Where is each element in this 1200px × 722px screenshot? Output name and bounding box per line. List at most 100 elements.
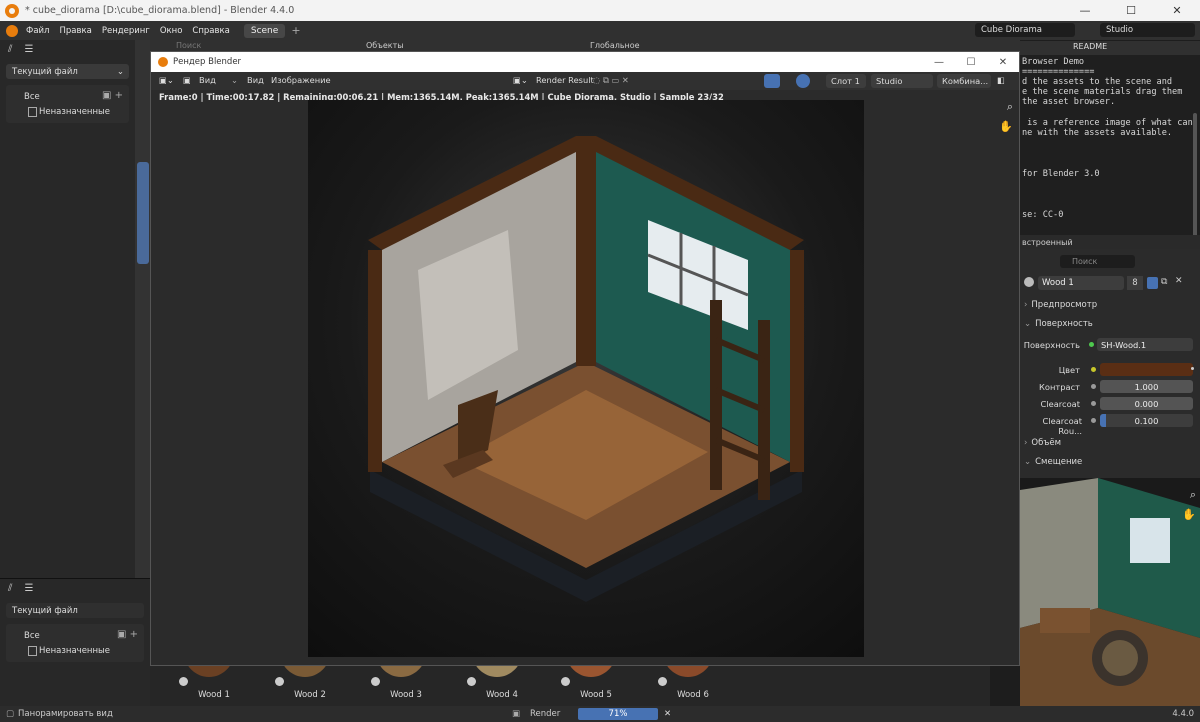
pan-hand-icon[interactable]: ✋ [999,120,1013,133]
add-workspace-button[interactable]: + [291,24,300,37]
asset-shelf-strip [135,40,150,578]
reference-image-viewer[interactable]: ⌕ ✋ [1020,478,1200,706]
view-layer-selector[interactable]: Studio [1100,23,1195,37]
scene-name: Cube Diorama [981,25,1042,35]
menu-help[interactable]: Справка [192,26,229,36]
image-tools-icons[interactable]: ◌ ⧉ ▭ ✕ [593,75,629,86]
material-type-icon [179,677,188,686]
text-scrollbar[interactable] [1193,113,1197,243]
catalog-unassigned-label: Неназначенные [39,106,110,117]
clearcoat-field[interactable]: 0.000 [1100,397,1193,410]
volume-panel-header[interactable]: › Объём [1024,436,1061,450]
copy-material-icon[interactable]: ⧉ [1161,277,1167,287]
overlay-toggle-icon[interactable] [796,74,810,88]
asset-tile[interactable]: Wood 3 [366,651,446,706]
slot-dropdown[interactable]: Слот 1 [826,74,866,88]
menu-image[interactable]: Изображение [271,75,331,85]
chevron-down-icon: ⌄ [231,75,238,85]
menu-view[interactable]: Вид [247,75,264,85]
display-channels-icon[interactable]: ◧ [997,75,1005,85]
displacement-panel-header[interactable]: ⌄ Смещение [1024,455,1082,469]
view-layer-name: Studio [1106,25,1134,35]
image-browse-icon[interactable]: ▣⌄ [513,75,528,85]
scene-selector[interactable]: Cube Diorama [975,23,1075,37]
image-mode-icon[interactable]: ▣ [183,75,191,85]
catalog-unassigned[interactable]: Неназначенные [6,104,129,119]
keyframe-dot-icon[interactable] [1191,367,1194,370]
cancel-render-icon[interactable]: ✕ [664,709,671,719]
render-minimize-button[interactable]: — [923,52,955,72]
reference-room-image [1020,478,1200,706]
asset-tile[interactable]: Wood 1 [174,651,254,706]
image-name[interactable]: Render Result [536,75,594,85]
workspace-tab-scene[interactable]: Scene [243,23,286,38]
clearcoat-roughness-field[interactable]: 0.100 [1100,414,1193,427]
objects-dropdown[interactable]: Объекты [366,41,404,50]
asset-tile[interactable]: Wood 4 [462,651,542,706]
slot-value: Слот 1 [831,76,860,86]
editor-type-icon[interactable]: ⫽ [8,44,12,55]
asset-library-dropdown[interactable]: Текущий файл ⌄ [6,64,129,79]
close-button[interactable]: ✕ [1154,0,1200,21]
asset-name: Wood 1 [198,690,230,700]
pass-dropdown[interactable]: Комбина... [937,74,991,88]
menu-icon-2[interactable]: ☰ [24,583,33,594]
gizmo-toggle-icon[interactable] [764,74,780,88]
catalog-unassigned-2[interactable]: Неназначенные [6,643,144,658]
catalog-tools-2[interactable]: ▣ + [117,629,138,640]
asset-name: Wood 5 [580,690,612,700]
menu-edit[interactable]: Правка [59,26,91,36]
layer-dropdown[interactable]: Studio [871,74,933,88]
zoom-icon[interactable]: ⌕ [1190,488,1196,502]
asset-library-dropdown-2[interactable]: Текущий файл [6,603,144,618]
asset-tile[interactable]: Wood 5 [556,651,636,706]
catalog-tools[interactable]: ▣ + [102,90,123,101]
pan-hand-icon[interactable]: ✋ [1182,508,1196,521]
material-sphere-icon[interactable] [1024,277,1034,287]
render-maximize-button[interactable]: ☐ [955,52,987,72]
render-result-image[interactable] [308,100,864,657]
text-editor[interactable]: Browser Demo ============== d the assets… [1020,55,1200,243]
text-line: ============== [1022,67,1095,77]
asset-tile[interactable]: Wood 6 [653,651,733,706]
catalog-all[interactable]: Все ▣ + [6,89,129,104]
maximize-button[interactable]: ☐ [1108,0,1154,21]
transform-orientation-dropdown[interactable]: Глобальное [590,41,640,50]
material-users-count[interactable]: 8 [1127,276,1143,290]
search-input[interactable]: Поиск [176,41,201,50]
surface-label: Поверхность [1023,340,1080,350]
asset-name: Wood 2 [294,690,326,700]
zoom-icon[interactable]: ⌕ [1007,100,1013,114]
catalog-all-label: Все [24,91,40,102]
minimize-button[interactable]: — [1062,0,1108,21]
render-progress-value: 71% [608,709,628,719]
color-swatch[interactable] [1100,363,1193,376]
text-line: d the assets to the scene and [1022,77,1173,87]
catalog-tree: Все ▣ + Неназначенные [6,85,129,123]
fake-user-icon[interactable] [1147,277,1158,289]
readme-text-tab[interactable]: README [1045,41,1115,54]
surface-shader-field[interactable]: SH-Wood.1 [1097,338,1193,351]
asset-tile[interactable]: Wood 2 [270,651,350,706]
material-name-field[interactable]: Wood 1 [1038,276,1124,290]
surface-panel-header[interactable]: ⌄ Поверхность [1024,317,1093,331]
asset-browser-grid: Wood 1 Wood 2 Wood 3 Wood 4 Wood 5 Wood … [150,651,990,706]
view-mode-dropdown[interactable]: Вид [199,75,216,85]
render-close-button[interactable]: ✕ [987,52,1019,72]
material-type-icon [371,677,380,686]
menu-icon[interactable]: ☰ [24,44,33,55]
clearcoat-roughness-label: Clearcoat Rou... [1042,416,1083,436]
chevron-right-icon: › [1024,438,1028,448]
properties-search-input[interactable]: Поиск [1060,255,1135,268]
contrast-field[interactable]: 1.000 [1100,380,1193,393]
catalog-all-2[interactable]: Все ▣ + [6,628,144,643]
menu-window[interactable]: Окно [160,26,183,36]
text-line: Browser Demo [1022,57,1085,67]
preview-panel-header[interactable]: › Предпросмотр [1024,298,1097,312]
editor-type-icon-2[interactable]: ⫽ [8,583,12,594]
blender-menu-icon[interactable] [6,24,18,37]
unlink-material-icon[interactable]: ✕ [1175,276,1183,286]
editor-type-icon[interactable]: ▣⌄ [159,75,174,85]
menu-file[interactable]: Файл [26,26,49,36]
menu-render[interactable]: Рендеринг [102,26,150,36]
